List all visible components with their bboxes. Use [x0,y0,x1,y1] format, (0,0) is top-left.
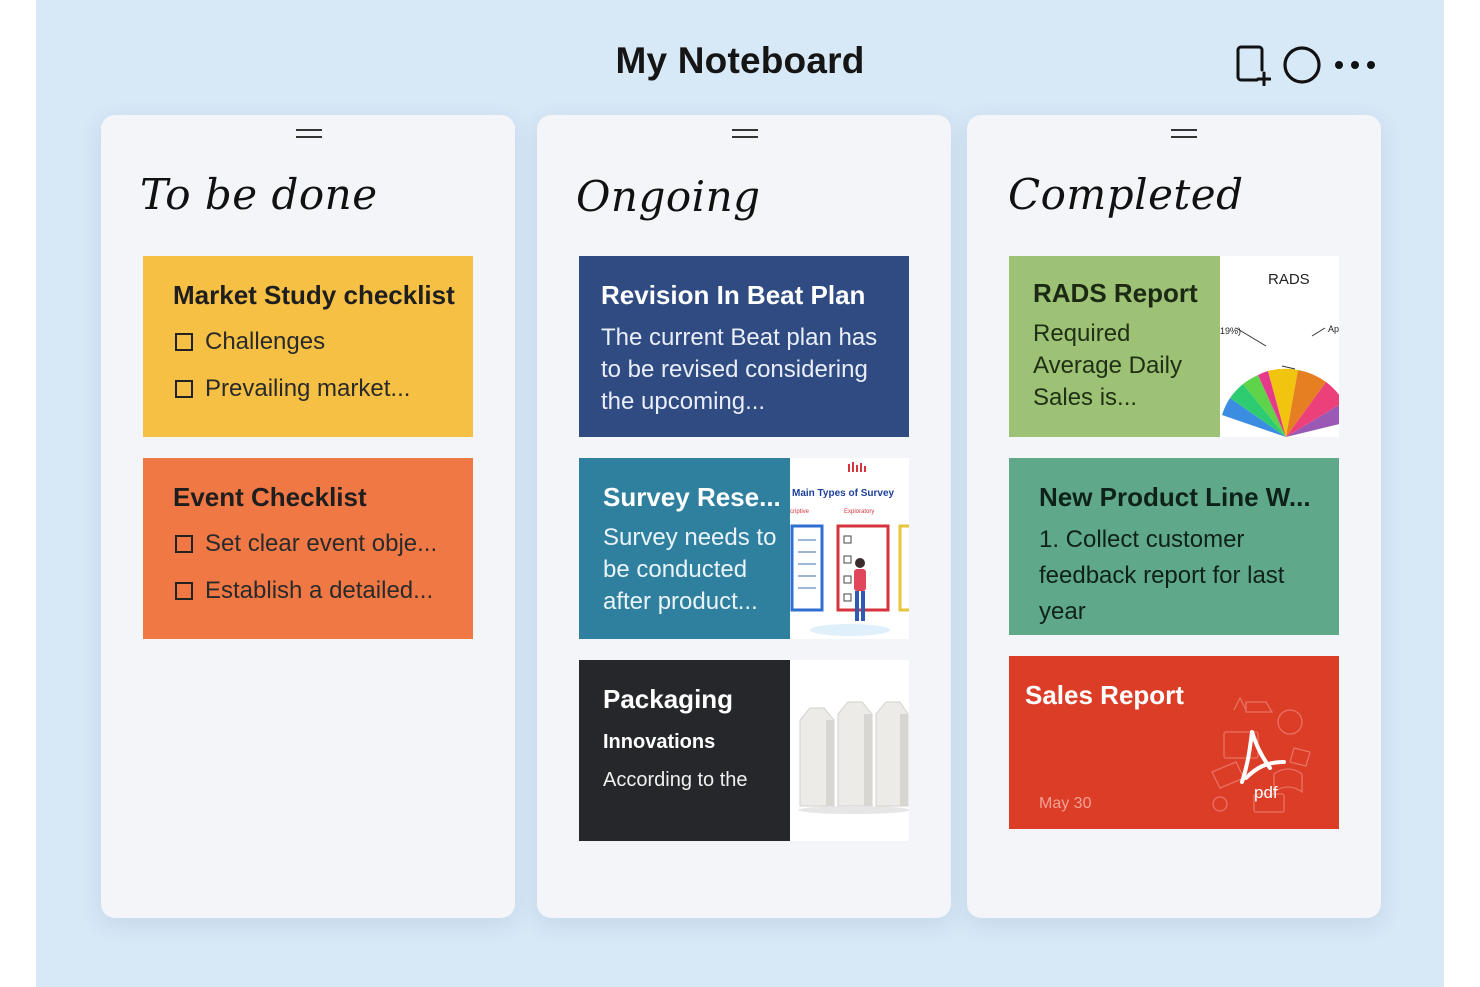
noteboard-app: My Noteboard To be done Market Study che… [36,0,1444,987]
note-card-new-product-line[interactable]: New Product Line W... 1. Collect custome… [1009,458,1339,635]
toolbar [1234,42,1380,88]
thumb-left-label: criptive [790,509,810,515]
card-date: May 30 [1039,795,1092,812]
card-subtitle: Innovations [603,731,716,753]
card-title: Survey Rese... [603,482,781,512]
thumb-left-label: 19%) [1220,326,1241,336]
column-drag-handle[interactable] [296,127,322,138]
card-body: The current Beat plan has to be revised … [601,324,878,415]
checklist-item-label: Set clear event obje... [205,530,438,557]
note-card-event-checklist[interactable]: Event Checklist Set clear event obje... … [143,458,473,639]
note-card-packaging[interactable]: Packaging Innovations According to the [579,660,909,841]
page-title: My Noteboard [615,40,865,81]
card-title: Sales Report [1025,680,1184,710]
circle-icon [1283,46,1321,84]
checklist-item-label: Prevailing market... [205,375,411,402]
checkbox[interactable] [175,333,193,351]
checkbox[interactable] [175,535,193,553]
card-title: Market Study checklist [173,280,455,310]
pdf-file-icon: pdf [1211,696,1311,813]
more-options-button[interactable] [1330,42,1380,88]
card-title: New Product Line W... [1039,482,1311,512]
note-card-survey-research[interactable]: Survey Rese... Survey needs to be conduc… [579,458,909,639]
column-title: Completed [1008,170,1244,219]
card-body: According to the [603,769,748,791]
card-title: Packaging [603,684,734,714]
thumb-heading: Main Types of Survey [792,488,895,499]
checklist-item: Challenges [175,328,325,356]
more-icon [1335,61,1375,69]
card-title: Revision In Beat Plan [601,280,866,310]
survey-illustration-icon: Main Types of Survey criptive Explorator… [790,462,909,636]
column-title: To be done [140,170,378,219]
note-card-beat-plan[interactable]: Revision In Beat Plan The current Beat p… [579,256,909,437]
checklist-item-label: Challenges [205,328,326,355]
note-card-rads-report[interactable]: RADS Report Required Average Daily Sales… [1009,256,1339,437]
thumb-right-label: Exploratory [844,509,874,515]
card-body: Survey needs to be conducted after produ… [603,524,777,615]
new-note-icon [1236,45,1271,86]
checklist-item-label: Establish a detailed... [205,577,434,604]
checkbox[interactable] [175,582,193,600]
pie-chart-icon: RADS 19%) Ap [1220,271,1339,437]
checklist-item: Set clear event obje... [175,530,437,558]
packaging-thumbnail [790,660,909,841]
file-type-label: pdf [1254,783,1278,802]
checklist-item: Establish a detailed... [175,577,433,605]
card-body: Required Average Daily Sales is... [1033,320,1182,411]
survey-thumbnail: Main Types of Survey criptive Explorator… [790,458,909,639]
card-title: Event Checklist [173,482,367,512]
card-body: 1. Collect customer feedback report for … [1039,526,1285,625]
circle-button[interactable] [1280,42,1324,88]
column-title: Ongoing [576,172,761,221]
note-card-market-study[interactable]: Market Study checklist Challenges Prevai… [143,256,473,437]
column-drag-handle[interactable] [1171,127,1197,138]
rads-chart-thumbnail: RADS 19%) Ap [1220,256,1339,437]
note-card-sales-report[interactable]: Sales Report May 30 pdf [1009,656,1339,829]
thumb-right-label: Ap [1328,324,1339,334]
checklist-item: Prevailing market... [175,375,410,403]
column-drag-handle[interactable] [732,127,758,138]
cartons-illustration-icon [798,701,909,814]
card-title: RADS Report [1033,278,1198,308]
checkbox[interactable] [175,380,193,398]
thumb-chart-title: RADS [1268,271,1310,288]
new-note-button[interactable] [1234,42,1272,88]
